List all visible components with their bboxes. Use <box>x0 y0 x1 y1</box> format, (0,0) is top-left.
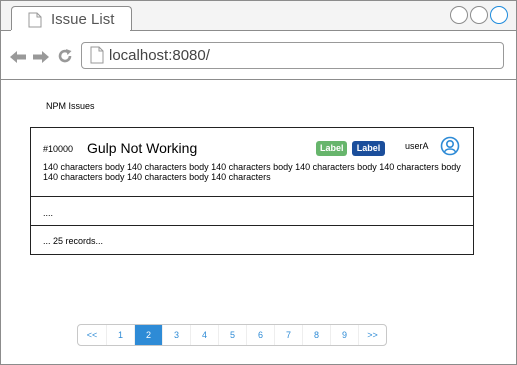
pagination-next[interactable]: >> <box>358 325 386 345</box>
page-link[interactable]: 8 <box>302 325 330 345</box>
issue-title[interactable]: Gulp Not Working <box>87 140 197 156</box>
page-link-active[interactable]: 2 <box>134 325 162 345</box>
user-icon[interactable] <box>440 136 460 161</box>
issue-list: #10000 Gulp Not Working Label Label user… <box>30 127 474 255</box>
issue-body: 140 characters body 140 characters body … <box>43 162 461 182</box>
records-placeholder: ... 25 records... <box>43 236 104 246</box>
forward-arrow-icon[interactable] <box>33 50 49 68</box>
tab-title: Issue List <box>51 11 115 28</box>
close-button[interactable] <box>490 6 508 24</box>
tab-bar: Issue List <box>1 1 516 31</box>
page-link[interactable]: 9 <box>330 325 358 345</box>
page-icon <box>90 46 104 69</box>
page-title: NPM Issues <box>46 101 95 111</box>
issue-user[interactable]: userA <box>405 141 429 151</box>
row-divider <box>31 225 473 226</box>
row-divider <box>31 196 473 197</box>
page-link[interactable]: 7 <box>274 325 302 345</box>
address-bar[interactable]: localhost:8080/ <box>81 42 504 69</box>
page-link[interactable]: 1 <box>106 325 134 345</box>
browser-tab[interactable]: Issue List <box>11 6 132 31</box>
url-text: localhost:8080/ <box>109 47 210 64</box>
minimize-button[interactable] <box>450 6 468 24</box>
issue-number: #10000 <box>43 144 74 154</box>
window-controls <box>450 6 508 24</box>
page-link[interactable]: 4 <box>190 325 218 345</box>
browser-toolbar: localhost:8080/ <box>1 31 516 80</box>
page-link[interactable]: 5 <box>218 325 246 345</box>
reload-icon[interactable] <box>58 49 72 68</box>
more-rows-placeholder: .... <box>43 208 54 218</box>
issue-label[interactable]: Label <box>316 141 347 156</box>
page-link[interactable]: 3 <box>162 325 190 345</box>
pagination-prev[interactable]: << <box>78 325 106 345</box>
pagination: << 1 2 3 4 5 6 7 8 9 >> <box>77 324 387 346</box>
maximize-button[interactable] <box>470 6 488 24</box>
back-arrow-icon[interactable] <box>10 50 26 68</box>
page-link[interactable]: 6 <box>246 325 274 345</box>
issue-label[interactable]: Label <box>352 141 385 156</box>
